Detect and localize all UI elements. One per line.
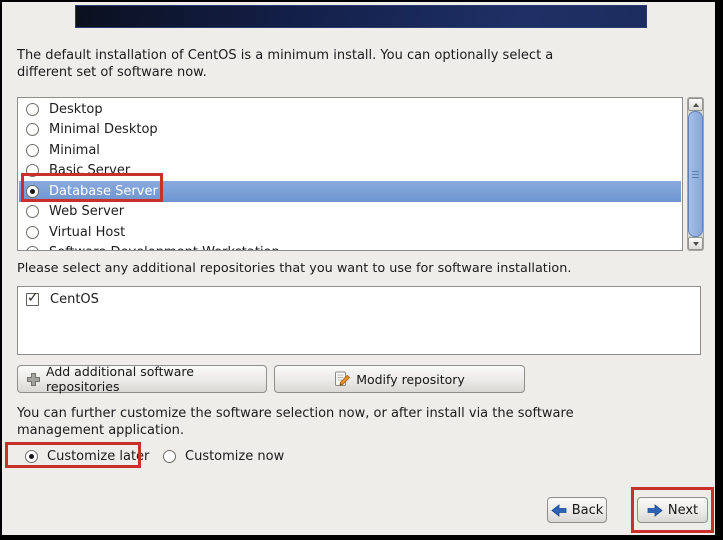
software-list-scrollbar[interactable] xyxy=(687,97,704,251)
software-option-label: Minimal xyxy=(49,142,100,158)
add-repositories-button[interactable]: Add additional software repositories xyxy=(17,364,267,394)
grip-icon xyxy=(692,173,699,175)
software-option-label: Minimal Desktop xyxy=(49,122,158,138)
software-option-web-server[interactable]: Web Server xyxy=(19,202,681,223)
repositories-prompt: Please select any additional repositorie… xyxy=(17,261,572,276)
scrollbar-thumb[interactable] xyxy=(688,111,703,237)
customize-now-label: Customize now xyxy=(185,448,285,464)
repository-list: ✓ CentOS xyxy=(17,286,701,355)
annotation-box-next-button xyxy=(631,487,714,533)
software-option-desktop[interactable]: Desktop xyxy=(19,99,681,120)
radio-icon[interactable] xyxy=(163,449,176,463)
radio-icon xyxy=(26,143,39,157)
software-option-label: Desktop xyxy=(49,101,103,117)
plus-icon xyxy=(26,372,41,387)
add-repositories-label: Add additional software repositories xyxy=(46,364,194,394)
radio-icon xyxy=(26,225,39,239)
customize-now-option[interactable]: Customize now xyxy=(163,448,284,464)
radio-icon xyxy=(26,205,39,219)
software-option-label: Virtual Host xyxy=(49,224,126,240)
annotation-box-customize-later xyxy=(5,442,141,468)
repository-item-centos[interactable]: ✓ CentOS xyxy=(19,289,699,309)
scroll-down-button[interactable] xyxy=(688,237,703,250)
scroll-up-button[interactable] xyxy=(688,98,703,111)
radio-icon xyxy=(26,246,39,250)
software-option-minimal[interactable]: Minimal xyxy=(19,140,681,161)
software-option-label: Web Server xyxy=(49,204,125,220)
customize-text: You can further customize the software s… xyxy=(17,406,574,438)
chevron-up-icon xyxy=(692,102,699,107)
installer-window: The default installation of CentOS is a … xyxy=(0,0,723,540)
radio-icon xyxy=(26,123,39,137)
back-label: Back xyxy=(571,502,604,518)
left-arrow-icon xyxy=(551,503,567,517)
radio-icon xyxy=(26,102,39,116)
modify-repository-button[interactable]: Modify repository xyxy=(274,365,525,393)
annotation-box-database-server xyxy=(21,173,163,202)
back-button[interactable]: Back xyxy=(547,497,607,523)
chevron-down-icon xyxy=(692,241,699,246)
edit-document-icon xyxy=(334,371,351,387)
modify-repository-label: Modify repository xyxy=(356,371,465,387)
intro-text: The default installation of CentOS is a … xyxy=(17,48,554,80)
software-option-virtual-host[interactable]: Virtual Host xyxy=(19,222,681,243)
checkbox-checked-icon[interactable]: ✓ xyxy=(26,290,39,306)
software-option-label: Software Development Workstation xyxy=(49,245,280,250)
repository-item-label: CentOS xyxy=(50,291,99,307)
software-option-software-development-workstation[interactable]: Software Development Workstation xyxy=(19,243,681,250)
software-option-minimal-desktop[interactable]: Minimal Desktop xyxy=(19,120,681,141)
progress-banner xyxy=(75,5,647,28)
